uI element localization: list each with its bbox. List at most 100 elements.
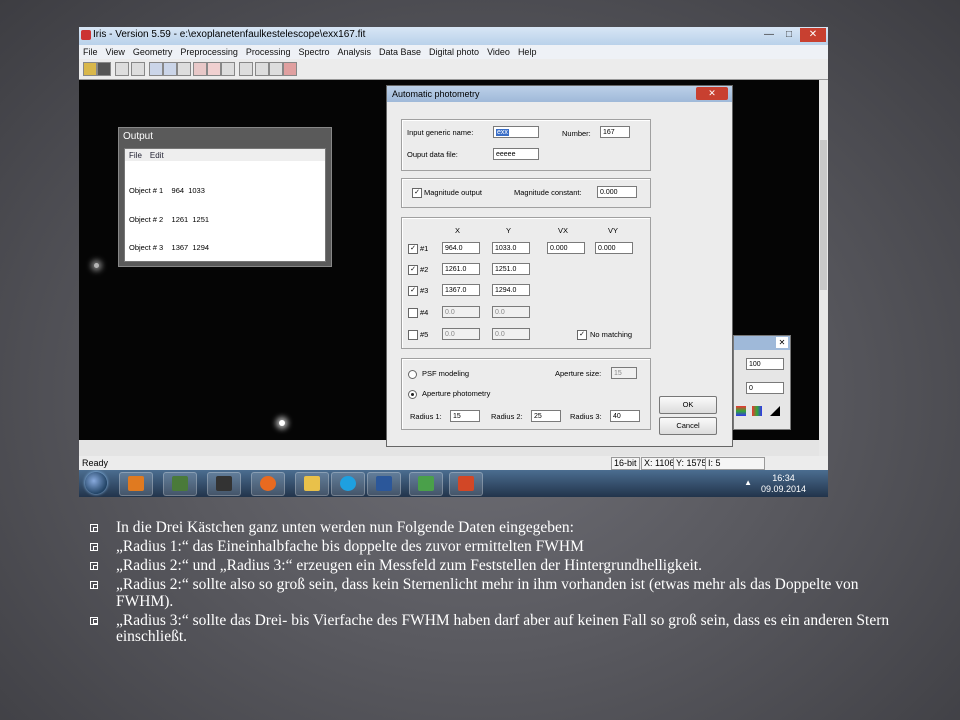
radius1-input[interactable]: 15 [450,410,480,422]
flip-icon[interactable] [131,62,145,76]
menu-digital-photo[interactable]: Digital photo [429,47,479,57]
taskbar-explorer[interactable] [295,472,329,496]
zoom-icon[interactable] [177,62,191,76]
bullet-item: In die Drei Kästchen ganz unten werden n… [90,519,910,537]
magnitude-constant-input[interactable]: 0.000 [597,186,637,198]
vertical-scrollbar[interactable] [819,80,828,456]
record-icon[interactable] [283,62,297,76]
undo-icon[interactable] [115,62,129,76]
radius2-input[interactable]: 25 [531,410,561,422]
object-4-y-input[interactable]: 0.0 [492,306,530,318]
threshold-icon[interactable] [239,62,253,76]
output-menu-file[interactable]: File [129,151,142,160]
object-1-y-input[interactable]: 1033.0 [492,242,530,254]
object-1-vy-input[interactable]: 0.000 [595,242,633,254]
taskbar-notes[interactable] [409,472,443,496]
start-button[interactable] [85,472,107,494]
object-1-vx-input[interactable]: 0.000 [547,242,585,254]
move-icon[interactable] [163,62,177,76]
minimize-button[interactable]: — [760,28,778,42]
radius3-input[interactable]: 40 [610,410,640,422]
grid-icon[interactable] [149,62,163,76]
crop-icon[interactable] [269,62,283,76]
camera-icon[interactable] [255,62,269,76]
color-icon[interactable] [736,406,746,416]
output-file-input[interactable]: eeeee [493,148,539,160]
small-dialog-close-button[interactable]: ✕ [776,337,788,348]
save-icon[interactable] [97,62,111,76]
col-header-vx: VX [558,226,569,235]
taskbar-photo-viewer[interactable] [163,472,197,496]
bullet-item: „Radius 1:“ das Eineinhalbfache bis dopp… [90,538,910,556]
menu-geometry[interactable]: Geometry [133,47,173,57]
bullet-marker-icon [90,543,98,551]
taskbar-word[interactable] [367,472,401,496]
status-ready: Ready [82,458,109,468]
target-icon[interactable] [193,62,207,76]
aperture-photometry-label: Aperture photometry [422,389,491,398]
dialog-titlebar[interactable]: Automatic photometry ✕ [387,86,732,102]
psf-modeling-radio[interactable] [408,370,417,379]
scrollbar-thumb[interactable] [820,140,827,290]
bullet-marker-icon [90,562,98,570]
automatic-photometry-dialog: Automatic photometry ✕ Input generic nam… [386,85,733,447]
object-2-y-input[interactable]: 1251.0 [492,263,530,275]
taskbar-powerpoint[interactable] [449,472,483,496]
menu-file[interactable]: File [83,47,98,57]
system-clock[interactable]: 16:34 09.09.2014 [761,473,806,495]
output-content: File Edit Object # 1 964 1033 Object # 2… [124,148,326,262]
close-button[interactable]: ✕ [800,28,826,42]
object-5-checkbox[interactable] [408,330,418,340]
menu-view[interactable]: View [106,47,125,57]
object-5-y-input[interactable]: 0.0 [492,328,530,340]
magnitude-output-checkbox[interactable]: ✓ [412,188,422,198]
aperture-size-input[interactable]: 15 [611,367,637,379]
output-line: Object # 1 964 1033 [129,186,205,195]
object-3-y-input[interactable]: 1294.0 [492,284,530,296]
object-3-x-input[interactable]: 1367.0 [442,284,480,296]
histogram-icon[interactable] [221,62,235,76]
object-2-checkbox[interactable]: ✓ [408,265,418,275]
object-4-checkbox[interactable] [408,308,418,318]
object-2-x-input[interactable]: 1261.0 [442,263,480,275]
app-titlebar[interactable]: Iris - Version 5.59 - e:\exoplanetenfaul… [79,27,828,45]
object-4-x-input[interactable]: 0.0 [442,306,480,318]
files-group: Input generic name: exx Number: 167 Oupu… [401,119,651,171]
menu-analysis[interactable]: Analysis [337,47,371,57]
rotate-icon[interactable] [207,62,221,76]
bullet-item: „Radius 3:“ sollte das Drei- bis Vierfac… [90,612,910,646]
number-input[interactable]: 167 [600,126,630,138]
object-3-checkbox[interactable]: ✓ [408,286,418,296]
output-menu-edit[interactable]: Edit [150,151,164,160]
menu-help[interactable]: Help [518,47,537,57]
small-value-field[interactable]: 0 [746,382,784,394]
gradient-icon[interactable] [770,406,780,416]
aperture-photometry-radio[interactable] [408,390,417,399]
object-1-checkbox[interactable]: ✓ [408,244,418,254]
photometry-mode-group: PSF modeling Aperture size: 15 Aperture … [401,358,651,430]
palette-icon[interactable] [752,406,762,416]
object-5-x-input[interactable]: 0.0 [442,328,480,340]
taskbar-firefox[interactable] [251,472,285,496]
taskbar-media-player[interactable] [119,472,153,496]
open-folder-icon[interactable] [83,62,97,76]
psf-modeling-label: PSF modeling [422,369,470,378]
ok-button[interactable]: OK [659,396,717,414]
menu-preprocessing[interactable]: Preprocessing [180,47,238,57]
generic-name-input[interactable]: exx [493,126,539,138]
menu-processing[interactable]: Processing [246,47,291,57]
small-dialog: ✕ 100 0 [733,335,791,430]
taskbar-skype[interactable] [331,472,365,496]
no-matching-checkbox[interactable]: ✓ [577,330,587,340]
cancel-button[interactable]: Cancel [659,417,717,435]
menu-video[interactable]: Video [487,47,510,57]
small-value-field[interactable]: 100 [746,358,784,370]
maximize-button[interactable]: □ [780,28,798,42]
menu-database[interactable]: Data Base [379,47,421,57]
dialog-close-button[interactable]: ✕ [696,87,728,100]
menu-spectro[interactable]: Spectro [298,47,329,57]
taskbar-display[interactable] [207,472,241,496]
magnitude-group: ✓ Magnitude output Magnitude constant: 0… [401,178,651,208]
object-1-x-input[interactable]: 964.0 [442,242,480,254]
tray-arrow-icon[interactable]: ▲ [744,478,752,487]
